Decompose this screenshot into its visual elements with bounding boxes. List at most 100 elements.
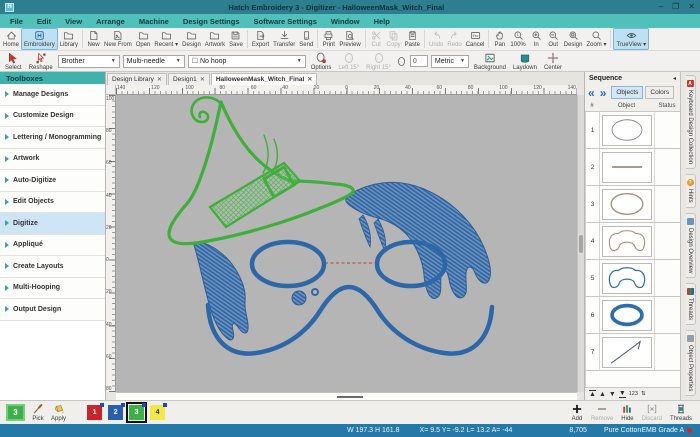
- select-tool-button[interactable]: Select: [3, 52, 24, 71]
- toolbox-customize-design[interactable]: Customize Design: [0, 106, 105, 128]
- send-button[interactable]: Send: [297, 28, 315, 50]
- close-icon[interactable]: ✕: [157, 76, 162, 83]
- resequence-button[interactable]: 123: [629, 391, 638, 397]
- sequence-row[interactable]: 5: [586, 260, 680, 297]
- menu-arrange[interactable]: Arrange: [96, 17, 125, 26]
- embroidery-button[interactable]: Embroidery: [21, 28, 58, 50]
- toolbox-digitize[interactable]: Digitize: [0, 213, 105, 235]
- toolbox-multi-hooping[interactable]: Multi-Hooping: [0, 278, 105, 300]
- tab-design-overview[interactable]: Design Overview: [686, 213, 696, 278]
- tiny-circle-object[interactable]: [312, 289, 318, 295]
- toolbox-auto-digitize[interactable]: Auto-Digitize: [0, 170, 105, 192]
- scroll-indicator[interactable]: [337, 396, 363, 398]
- canvas-vertical-scrollbar[interactable]: [577, 95, 584, 392]
- maximize-button[interactable]: ❐: [672, 3, 679, 11]
- artwork-open-button[interactable]: Artwork: [203, 28, 227, 50]
- trueview-button[interactable]: TrueView ▾: [613, 28, 649, 50]
- add-color-button[interactable]: Add: [571, 403, 583, 422]
- toolbox-create-layouts[interactable]: Create Layouts: [0, 256, 105, 278]
- menu-design-settings[interactable]: Design Settings: [183, 17, 240, 26]
- sequence-row[interactable]: 4: [586, 223, 680, 260]
- swatch-1[interactable]: 1: [87, 405, 102, 420]
- menu-help[interactable]: Help: [374, 17, 390, 26]
- toolbox-artwork[interactable]: Artwork: [0, 149, 105, 171]
- print-button[interactable]: Print: [320, 28, 337, 50]
- toolbox-applique[interactable]: Appliqué: [0, 235, 105, 257]
- menu-machine[interactable]: Machine: [139, 17, 169, 26]
- hair-strand-object[interactable]: [359, 215, 371, 247]
- new-button[interactable]: New: [85, 28, 102, 50]
- reshape-tool-button[interactable]: Reshape: [27, 52, 55, 71]
- machine-select[interactable]: Brother▼: [58, 55, 120, 68]
- toolbox-output-design[interactable]: Output Design: [0, 299, 105, 321]
- close-icon[interactable]: ✕: [200, 76, 205, 83]
- sort-icon[interactable]: ⇅: [641, 391, 646, 397]
- threads-button[interactable]: Threads: [670, 403, 692, 422]
- library-button[interactable]: Library: [58, 28, 80, 50]
- mask-outline-object[interactable]: [208, 287, 492, 354]
- laydown-button[interactable]: Laydown: [511, 52, 539, 71]
- zoom-button[interactable]: Zoom ▾: [584, 28, 608, 50]
- small-circle-object[interactable]: [292, 291, 306, 305]
- swatch-4[interactable]: 4: [150, 405, 165, 420]
- open-button[interactable]: Open: [134, 28, 153, 50]
- menu-window[interactable]: Window: [331, 17, 360, 26]
- apply-color-button[interactable]: Apply: [51, 403, 66, 422]
- sequence-row[interactable]: 3: [586, 186, 680, 223]
- hide-colors-button[interactable]: Hide: [621, 403, 633, 422]
- hoop-options-button[interactable]: Options: [309, 52, 334, 71]
- menu-file[interactable]: File: [10, 17, 23, 26]
- cancel-button[interactable]: Cancel: [464, 28, 487, 50]
- close-button[interactable]: ✕: [688, 3, 695, 11]
- toolbox-edit-objects[interactable]: Edit Objects: [0, 192, 105, 214]
- menu-view[interactable]: View: [65, 17, 82, 26]
- recent-button[interactable]: Recent ▾: [152, 28, 180, 50]
- close-icon[interactable]: ✕: [307, 76, 312, 83]
- tab-design1[interactable]: Design1✕: [168, 73, 210, 85]
- hoop-select[interactable]: ☐ No hoop▼: [188, 55, 306, 68]
- move-down-button[interactable]: ▼: [609, 391, 616, 398]
- needle-select[interactable]: Multi-needle▼: [123, 55, 185, 68]
- zoom-design-button[interactable]: Design: [562, 28, 585, 50]
- hair-left-object[interactable]: [194, 243, 248, 340]
- left-eye-object[interactable]: [252, 242, 324, 286]
- zoom-out-button[interactable]: Out: [545, 28, 562, 50]
- background-button[interactable]: Background: [472, 52, 508, 71]
- paste-button[interactable]: Paste: [403, 28, 422, 50]
- rotate-angle-input[interactable]: [410, 55, 428, 67]
- swatch-3[interactable]: 3: [129, 405, 144, 420]
- menu-software-settings[interactable]: Software Settings: [254, 17, 317, 26]
- sequence-row[interactable]: 2: [586, 149, 680, 186]
- tab-design-library[interactable]: Design Library✕: [107, 73, 167, 85]
- scrollbar-handle[interactable]: [579, 235, 583, 253]
- home-button[interactable]: Home: [1, 28, 21, 50]
- units-select[interactable]: Metric▼: [431, 55, 469, 68]
- pan-button[interactable]: Pan: [491, 28, 508, 50]
- preview-button[interactable]: Preview: [337, 28, 362, 50]
- sequence-row[interactable]: 6: [586, 297, 680, 334]
- move-up-button[interactable]: ▲: [599, 391, 606, 398]
- witch-hat-object[interactable]: [169, 97, 353, 243]
- menu-edit[interactable]: Edit: [37, 17, 51, 26]
- sequence-next-button[interactable]: »: [600, 87, 608, 99]
- design-open-button[interactable]: Design: [180, 28, 203, 50]
- sequence-row[interactable]: 7: [586, 334, 680, 371]
- export-button[interactable]: Export: [250, 28, 271, 50]
- sequence-row[interactable]: 1: [586, 112, 680, 149]
- zoom-in-button[interactable]: In: [528, 28, 545, 50]
- tab-object-properties[interactable]: Object Properties: [686, 330, 696, 396]
- tab-halloweenmask-witch-final[interactable]: HalloweenMask_Witch_Final✕: [211, 73, 317, 85]
- toolbox-manage-designs[interactable]: Manage Designs: [0, 84, 105, 106]
- move-to-start-button[interactable]: ▲: [589, 390, 596, 398]
- swatch-2[interactable]: 2: [108, 405, 123, 420]
- tab-keyboard-design-collection[interactable]: AKeyboard Design Collection: [686, 75, 696, 169]
- minimize-button[interactable]: –: [659, 3, 663, 11]
- design-canvas[interactable]: [116, 95, 577, 392]
- move-to-end-button[interactable]: ▼: [619, 390, 626, 398]
- tab-threads[interactable]: Threads: [686, 283, 696, 325]
- transfer-button[interactable]: Transfer: [271, 28, 297, 50]
- tab-hints[interactable]: ?Hints: [686, 174, 696, 208]
- zoom-100-button[interactable]: 100%: [508, 28, 527, 50]
- center-button[interactable]: Center: [542, 52, 564, 71]
- sequence-prev-button[interactable]: «: [588, 87, 596, 99]
